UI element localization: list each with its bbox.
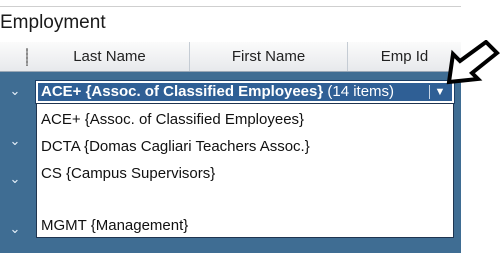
pointer-arrow-icon xyxy=(446,40,500,85)
dropdown-option[interactable]: MGMT {Management} xyxy=(41,217,188,234)
dropdown-option[interactable]: ACE+ {Assoc. of Classified Employees} xyxy=(41,111,304,128)
grid-header: Last Name First Name Emp Id xyxy=(0,42,461,72)
combo-separator xyxy=(429,85,430,99)
union-combo-box[interactable]: ACE+ {Assoc. of Classified Employees} (1… xyxy=(35,80,455,104)
title-divider xyxy=(0,6,461,7)
row-expand-chevron-down-icon[interactable]: ⌄ xyxy=(0,128,30,154)
combo-item-count: (14 items) xyxy=(327,83,395,100)
dropdown-option[interactable]: CS {Campus Supervisors} xyxy=(41,165,215,182)
row-expand-chevron-down-icon[interactable]: ⌄ xyxy=(0,216,30,242)
combo-selected-value: ACE+ {Assoc. of Classified Employees} xyxy=(41,83,324,100)
column-header-emp-id[interactable]: Emp Id xyxy=(348,42,461,71)
section-title: Employment xyxy=(0,12,106,33)
dropdown-option[interactable]: DCTA {Domas Cagliari Teachers Assoc.} xyxy=(41,138,310,155)
column-header-first-name[interactable]: First Name xyxy=(190,42,348,71)
union-dropdown-list: ACE+ {Assoc. of Classified Employees} DC… xyxy=(36,103,454,238)
dropdown-option[interactable] xyxy=(41,192,341,210)
column-header-last-name[interactable]: Last Name xyxy=(30,42,190,71)
row-expand-chevron-down-icon[interactable]: ⌄ xyxy=(0,78,30,104)
row-expand-chevron-down-icon[interactable]: ⌄ xyxy=(0,166,30,192)
employment-grid: Last Name First Name Emp Id ⌄ ⌄ ⌄ ⌄ ACE+… xyxy=(0,42,461,253)
column-grip-icon[interactable] xyxy=(26,48,28,66)
